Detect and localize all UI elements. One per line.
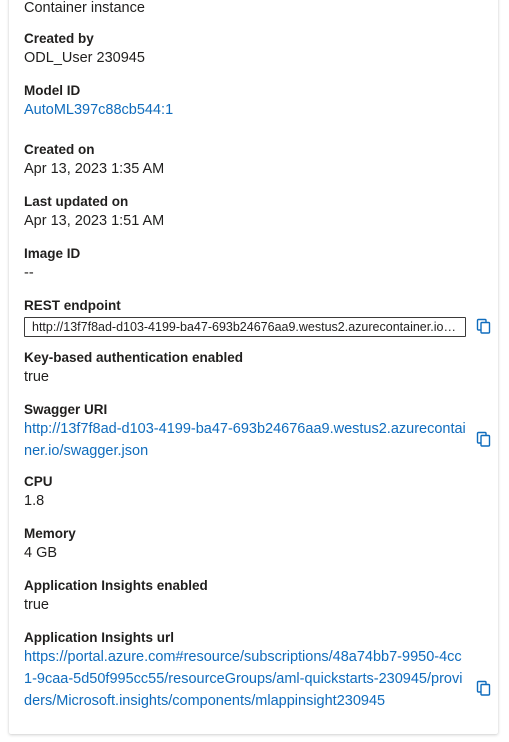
copy-app-insights-url-button[interactable] xyxy=(475,679,493,697)
key-auth-label: Key-based authentication enabled xyxy=(24,350,244,365)
property-last-updated-on: Last updated on Apr 13, 2023 1:51 AM xyxy=(24,193,484,232)
memory-value: 4 GB xyxy=(24,545,58,561)
property-created-by: Created by ODL_User 230945 xyxy=(24,30,484,69)
compute-type-value: Container instance xyxy=(24,0,145,16)
property-image-id: Image ID -- xyxy=(24,245,484,284)
rest-endpoint-field[interactable] xyxy=(24,317,466,337)
copy-icon xyxy=(476,431,491,447)
swagger-uri-link[interactable]: http://13f7f8ad-d103-4199-ba47-693b24676… xyxy=(24,418,469,462)
model-id-link[interactable]: AutoML397c88cb544:1 xyxy=(24,99,484,121)
rest-endpoint-label: REST endpoint xyxy=(24,298,121,313)
app-insights-url-label: Application Insights url xyxy=(24,630,175,645)
copy-swagger-uri-button[interactable] xyxy=(475,430,493,448)
property-rest-endpoint: REST endpoint xyxy=(24,297,484,337)
created-by-label: Created by xyxy=(24,31,94,46)
property-cpu: CPU 1.8 xyxy=(24,473,484,512)
last-updated-on-value: Apr 13, 2023 1:51 AM xyxy=(24,213,165,229)
copy-icon xyxy=(476,680,491,696)
property-app-insights-enabled: Application Insights enabled true xyxy=(24,577,484,616)
created-on-value: Apr 13, 2023 1:35 AM xyxy=(24,161,165,177)
property-key-auth: Key-based authentication enabled true xyxy=(24,349,484,388)
app-insights-url-link[interactable]: https://portal.azure.com#resource/subscr… xyxy=(24,646,469,712)
app-insights-enabled-value: true xyxy=(24,597,49,613)
image-id-value: -- xyxy=(24,265,34,281)
property-swagger-uri: Swagger URI http://13f7f8ad-d103-4199-ba… xyxy=(24,401,484,462)
key-auth-value: true xyxy=(24,369,49,385)
property-model-id: Model ID AutoML397c88cb544:1 xyxy=(24,82,484,121)
copy-icon xyxy=(476,318,491,334)
memory-label: Memory xyxy=(24,526,76,541)
created-by-value: ODL_User 230945 xyxy=(24,50,145,66)
copy-rest-endpoint-button[interactable] xyxy=(475,317,493,335)
property-compute-type: Container instance xyxy=(24,0,484,19)
cpu-label: CPU xyxy=(24,474,53,489)
property-created-on: Created on Apr 13, 2023 1:35 AM xyxy=(24,141,484,180)
property-app-insights-url: Application Insights url https://portal.… xyxy=(24,629,484,712)
model-id-label: Model ID xyxy=(24,83,81,98)
app-insights-enabled-label: Application Insights enabled xyxy=(24,578,208,593)
swagger-uri-label: Swagger URI xyxy=(24,402,108,417)
last-updated-on-label: Last updated on xyxy=(24,194,129,209)
property-memory: Memory 4 GB xyxy=(24,525,484,564)
cpu-value: 1.8 xyxy=(24,493,45,509)
details-panel: Container instance Created by ODL_User 2… xyxy=(9,0,498,734)
created-on-label: Created on xyxy=(24,142,95,157)
image-id-label: Image ID xyxy=(24,246,81,261)
